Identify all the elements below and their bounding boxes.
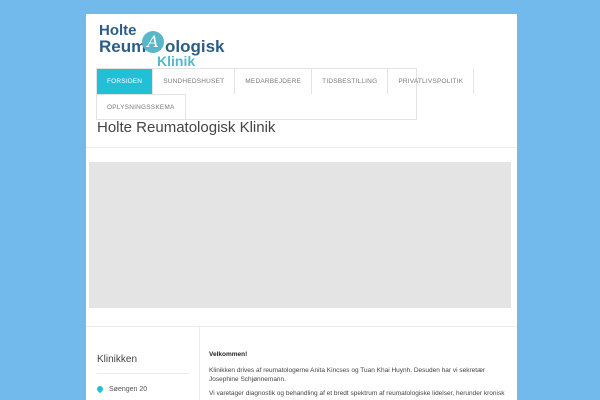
address-text: Søengen 20 bbox=[109, 386, 148, 393]
sidebar-widget-title: Klinikken bbox=[97, 354, 138, 365]
nav-item-medarbejdere[interactable]: MEDARBEJDERE bbox=[235, 69, 313, 94]
nav-item-oplysningsskema[interactable]: OPLYSNINGSSKEMA bbox=[97, 95, 186, 120]
main-content: Velkommen! Klinikken drives af reumatolo… bbox=[209, 327, 509, 400]
divider bbox=[97, 373, 189, 374]
hero-image-placeholder bbox=[89, 162, 511, 308]
nav-row-1: FORSIDEN SUNDHEDSHUSET MEDARBEJDERE TIDS… bbox=[97, 69, 475, 94]
welcome-heading: Velkommen! bbox=[209, 351, 248, 358]
nav-item-sundhedshuset[interactable]: SUNDHEDSHUSET bbox=[153, 69, 236, 94]
sidebar-address: Søengen 20 bbox=[95, 384, 148, 394]
logo-emblem-icon: A bbox=[142, 31, 164, 53]
logo-line-klinik: Klinik bbox=[157, 53, 196, 69]
nav-row-2: OPLYSNINGSSKEMA bbox=[97, 94, 186, 120]
nav-item-privatlivspolitik[interactable]: PRIVATLIVSPOLITIK bbox=[388, 69, 475, 94]
intro-paragraph: Klinikken drives af reumatologerne Anita… bbox=[209, 367, 486, 383]
description-paragraph: Vi varetager diagnostik og behandling af… bbox=[209, 390, 505, 397]
nav-item-forsiden[interactable]: FORSIDEN bbox=[97, 69, 154, 94]
page-container: Holte Reum A ologisk Klinik FORSIDEN SUN… bbox=[86, 14, 517, 400]
divider bbox=[86, 147, 517, 148]
site-logo[interactable]: Holte Reum A ologisk Klinik bbox=[99, 23, 229, 71]
page-title: Holte Reumatologisk Klinik bbox=[97, 119, 276, 136]
logo-line-reum: Reum bbox=[99, 37, 147, 56]
logo-line-holte: Holte bbox=[99, 22, 137, 39]
map-pin-icon bbox=[95, 384, 105, 394]
sidebar: Klinikken Søengen 20 bbox=[86, 327, 200, 400]
main-navigation: FORSIDEN SUNDHEDSHUSET MEDARBEJDERE TIDS… bbox=[96, 68, 475, 120]
nav-item-tidsbestilling[interactable]: TIDSBESTILLING bbox=[312, 69, 389, 94]
